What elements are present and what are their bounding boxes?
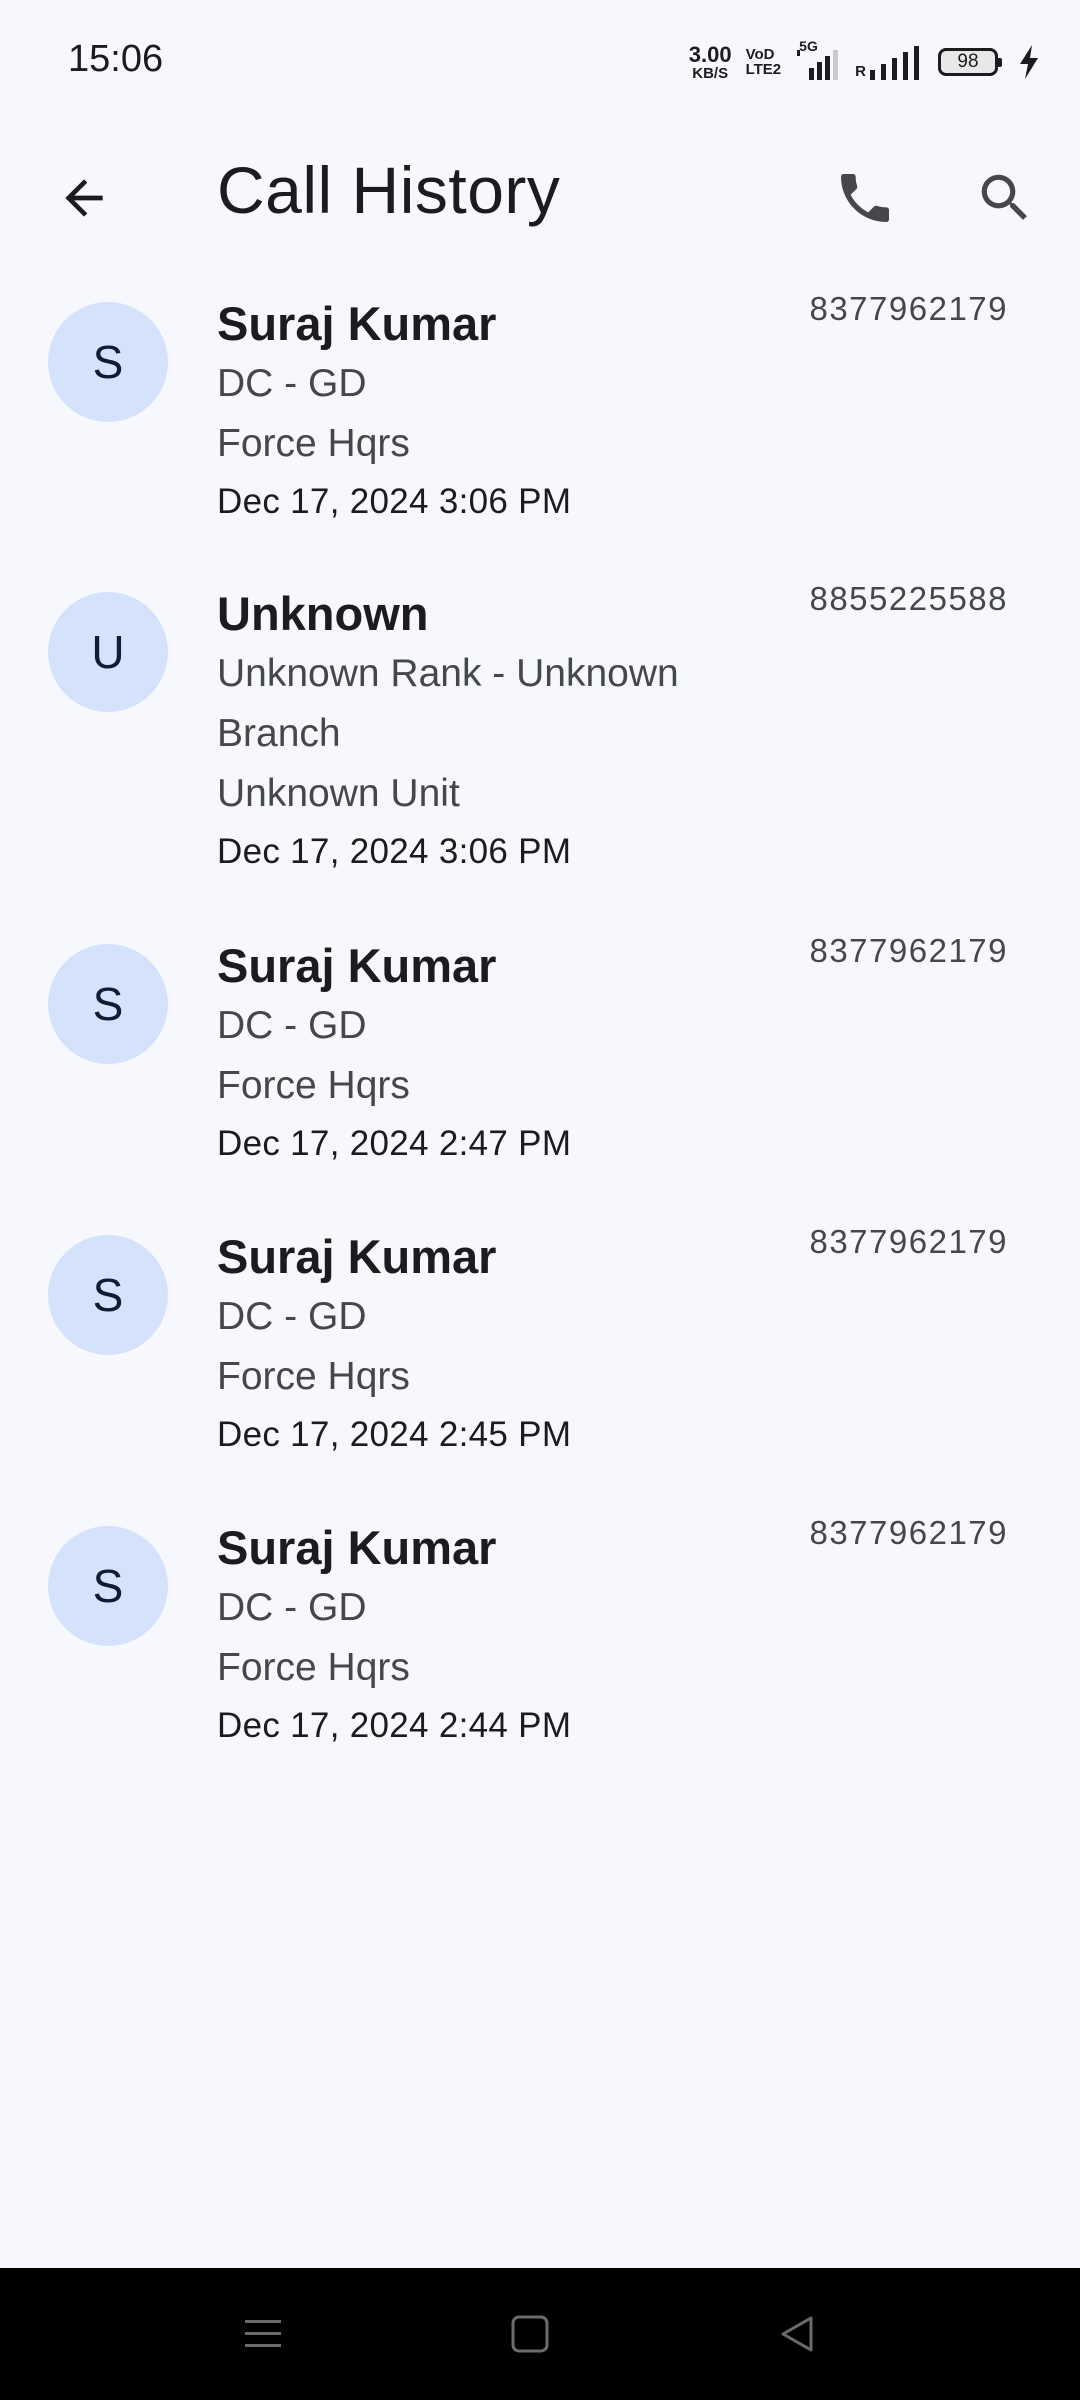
call-button[interactable]: [820, 158, 910, 238]
caller-unit: Force Hqrs: [217, 1355, 410, 1398]
call-datetime: Dec 17, 2024 3:06 PM: [217, 832, 572, 871]
back-button[interactable]: [44, 158, 124, 238]
caller-rank-branch: DC - GD: [217, 1295, 367, 1338]
call-details: Suraj Kumar DC - GD Force Hqrs Dec 17, 2…: [217, 939, 777, 1172]
search-icon: [981, 174, 1027, 220]
caller-name: Suraj Kumar: [217, 1521, 497, 1574]
search-button[interactable]: [960, 158, 1050, 238]
call-list-item[interactable]: S Suraj Kumar DC - GD Force Hqrs Dec 17,…: [0, 290, 1080, 552]
caller-unit: Force Hqrs: [217, 1064, 410, 1107]
charging-icon: [1018, 45, 1040, 79]
status-time: 15:06: [68, 38, 164, 80]
caller-phone-number: 8377962179: [809, 290, 1008, 327]
call-datetime: Dec 17, 2024 3:06 PM: [217, 482, 572, 521]
call-list-item[interactable]: U Unknown Unknown Rank - Unknown Branch …: [0, 580, 1080, 902]
caller-rank-branch: Unknown Rank - Unknown Branch: [217, 652, 679, 755]
network-type: 5G: [799, 38, 818, 54]
call-details: Suraj Kumar DC - GD Force Hqrs Dec 17, 2…: [217, 297, 777, 530]
caller-phone-number: 8377962179: [809, 1514, 1008, 1551]
call-datetime: Dec 17, 2024 2:44 PM: [217, 1706, 572, 1745]
menu-icon: [245, 2320, 281, 2347]
call-list-item[interactable]: S Suraj Kumar DC - GD Force Hqrs Dec 17,…: [0, 1514, 1080, 1776]
status-icons: 3.00 KB/S VoD LTE2 5G R 98: [688, 38, 1040, 84]
caller-name: Unknown: [217, 587, 429, 640]
caller-unit: Unknown Unit: [217, 772, 460, 815]
caller-rank-branch: DC - GD: [217, 1004, 367, 1047]
caller-phone-number: 8377962179: [809, 932, 1008, 969]
volte-bottom: LTE2: [745, 61, 782, 78]
caller-phone-number: 8377962179: [809, 1223, 1008, 1260]
avatar: S: [48, 1235, 168, 1355]
battery-icon: 98: [938, 48, 1002, 76]
back-arrow-icon: [65, 179, 103, 217]
signal-5g-icon: 5G: [795, 38, 841, 80]
caller-name: Suraj Kumar: [217, 1230, 497, 1283]
home-icon: [511, 2315, 549, 2353]
caller-unit: Force Hqrs: [217, 1646, 410, 1689]
avatar: S: [48, 302, 168, 422]
avatar: S: [48, 944, 168, 1064]
page-title: Call History: [217, 153, 561, 227]
signal-roaming-icon: R: [855, 44, 924, 80]
recents-button[interactable]: [233, 2304, 293, 2364]
avatar: S: [48, 1526, 168, 1646]
caller-name: Suraj Kumar: [217, 297, 497, 350]
call-details: Unknown Unknown Rank - Unknown Branch Un…: [217, 587, 777, 880]
caller-name: Suraj Kumar: [217, 939, 497, 992]
call-datetime: Dec 17, 2024 2:47 PM: [217, 1124, 572, 1163]
network-speed: 3.00 KB/S: [688, 41, 732, 82]
system-nav-bar: [0, 2268, 1080, 2400]
call-list-item[interactable]: S Suraj Kumar DC - GD Force Hqrs Dec 17,…: [0, 1223, 1080, 1485]
avatar: U: [48, 592, 168, 712]
back-triangle-icon: [781, 2316, 813, 2352]
caller-rank-branch: DC - GD: [217, 1586, 367, 1629]
call-details: Suraj Kumar DC - GD Force Hqrs Dec 17, 2…: [217, 1521, 777, 1754]
battery-level: 98: [957, 51, 979, 72]
back-nav-button[interactable]: [767, 2304, 827, 2364]
network-speed-value: 3.00: [688, 41, 732, 67]
roaming-indicator: R: [855, 63, 866, 80]
app-bar: Call History: [0, 130, 1080, 260]
volte-top: VoD: [745, 46, 775, 63]
call-details: Suraj Kumar DC - GD Force Hqrs Dec 17, 2…: [217, 1230, 777, 1463]
caller-phone-number: 8855225588: [809, 580, 1008, 617]
call-list-item[interactable]: S Suraj Kumar DC - GD Force Hqrs Dec 17,…: [0, 932, 1080, 1194]
phone-icon: [841, 174, 889, 222]
call-datetime: Dec 17, 2024 2:45 PM: [217, 1415, 572, 1454]
status-bar: 15:06 3.00 KB/S VoD LTE2 5G R 98: [0, 0, 1080, 120]
network-speed-unit: KB/S: [692, 64, 729, 82]
caller-rank-branch: DC - GD: [217, 362, 367, 405]
volte-indicator: VoD LTE2: [746, 47, 782, 77]
caller-unit: Force Hqrs: [217, 422, 410, 465]
home-button[interactable]: [500, 2304, 560, 2364]
